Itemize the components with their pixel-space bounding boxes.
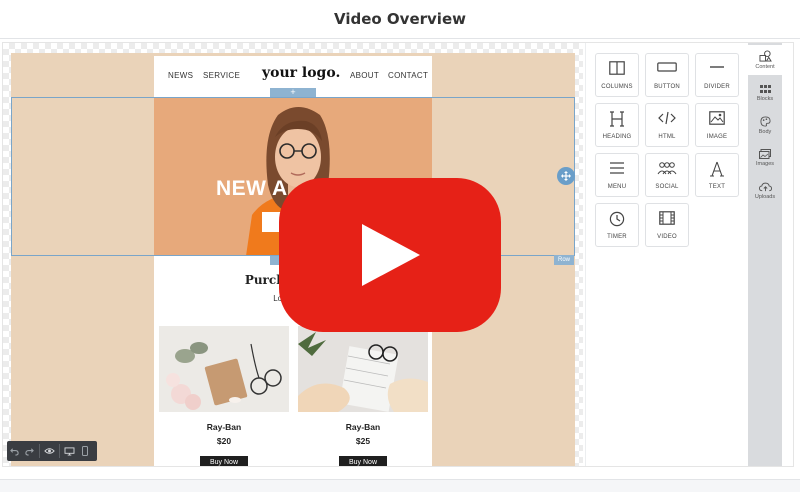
product-name-1: Ray-Ban	[206, 422, 242, 432]
tools-panel: COLUMNS BUTTON DIVIDER HEADING HTML IMAG…	[585, 43, 748, 466]
tool-timer[interactable]: TIMER	[595, 203, 639, 247]
sidebar-tab-content[interactable]: Content	[748, 45, 782, 75]
tool-video[interactable]: VIDEO	[645, 203, 689, 247]
row-label-tag: Row	[554, 255, 575, 265]
menu-icon	[610, 162, 624, 174]
sidebar-tab-images[interactable]: Images	[748, 144, 782, 174]
nav-link-news[interactable]: NEWS	[168, 71, 193, 80]
window-header: Video Overview	[0, 0, 800, 39]
move-row-handle[interactable]	[557, 167, 575, 185]
toolbar-separator	[39, 444, 40, 458]
desktop-view-icon[interactable]	[62, 441, 77, 461]
sidebar-tab-body[interactable]: Body	[748, 111, 782, 141]
palette-icon	[759, 116, 771, 127]
images-icon	[759, 149, 771, 159]
play-icon	[362, 224, 420, 286]
nav-link-service[interactable]: SERVICE	[203, 71, 240, 80]
image-icon	[709, 111, 725, 125]
product-name-2: Ray-Ban	[345, 422, 381, 432]
move-icon	[561, 171, 571, 181]
text-icon	[710, 161, 724, 177]
grid-icon	[759, 85, 771, 93]
product-price-1: $20	[216, 436, 232, 446]
redo-icon[interactable]	[22, 441, 37, 461]
sidebar-tab-blocks[interactable]: Blocks	[748, 79, 782, 109]
product-image-2	[298, 326, 428, 412]
code-icon	[658, 111, 676, 125]
film-icon	[659, 211, 675, 225]
editor-toolbar	[7, 441, 97, 461]
clock-icon	[609, 211, 625, 227]
buy-now-button-2[interactable]: Buy Now	[339, 456, 387, 466]
divider-icon	[710, 66, 724, 68]
toolbar-separator	[59, 444, 60, 458]
tool-text[interactable]: TEXT	[695, 153, 739, 197]
editor-sidebar: Content Blocks Body Images Uploads	[748, 43, 782, 466]
sidebar-tab-uploads[interactable]: Uploads	[748, 177, 782, 207]
tool-heading[interactable]: HEADING	[595, 103, 639, 147]
video-play-button[interactable]	[279, 178, 501, 332]
add-row-above-button[interactable]: +	[270, 88, 316, 97]
email-logo: your logo.	[262, 65, 341, 81]
cloud-upload-icon	[758, 182, 772, 192]
bottom-strip	[0, 479, 800, 492]
tool-image[interactable]: IMAGE	[695, 103, 739, 147]
shapes-icon	[759, 50, 772, 62]
heading-icon	[610, 111, 624, 127]
nav-link-about[interactable]: ABOUT	[350, 71, 379, 80]
mobile-view-icon[interactable]	[77, 441, 92, 461]
page-title: Video Overview	[334, 10, 466, 28]
tool-divider[interactable]: DIVIDER	[695, 53, 739, 97]
social-icon	[657, 162, 677, 175]
nav-link-contact[interactable]: CONTACT	[388, 71, 428, 80]
preview-eye-icon[interactable]	[42, 441, 57, 461]
button-icon	[657, 62, 677, 72]
tool-button[interactable]: BUTTON	[645, 53, 689, 97]
tool-menu[interactable]: MENU	[595, 153, 639, 197]
undo-icon[interactable]	[7, 441, 22, 461]
tool-social[interactable]: SOCIAL	[645, 153, 689, 197]
product-price-2: $25	[355, 436, 371, 446]
hero-title: NEW A	[216, 177, 288, 200]
buy-now-button-1[interactable]: Buy Now	[200, 456, 248, 466]
tool-html[interactable]: HTML	[645, 103, 689, 147]
tool-columns[interactable]: COLUMNS	[595, 53, 639, 97]
columns-icon	[609, 61, 625, 75]
product-image-1	[159, 326, 289, 412]
